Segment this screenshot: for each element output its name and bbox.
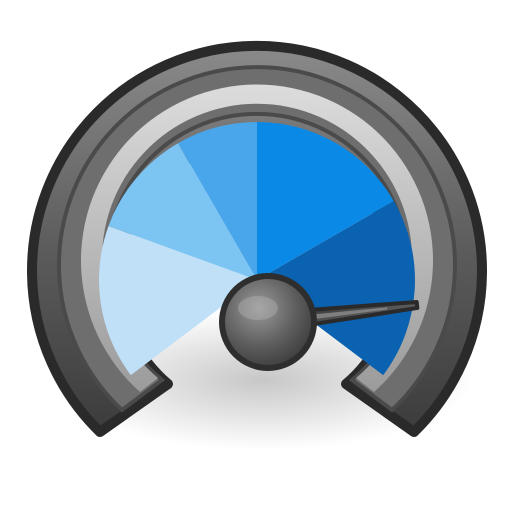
gauge-hub-highlight: [238, 296, 278, 320]
speedometer-gauge-icon: [27, 40, 487, 450]
app-icon: [0, 0, 512, 512]
gauge-hub: [219, 273, 317, 371]
